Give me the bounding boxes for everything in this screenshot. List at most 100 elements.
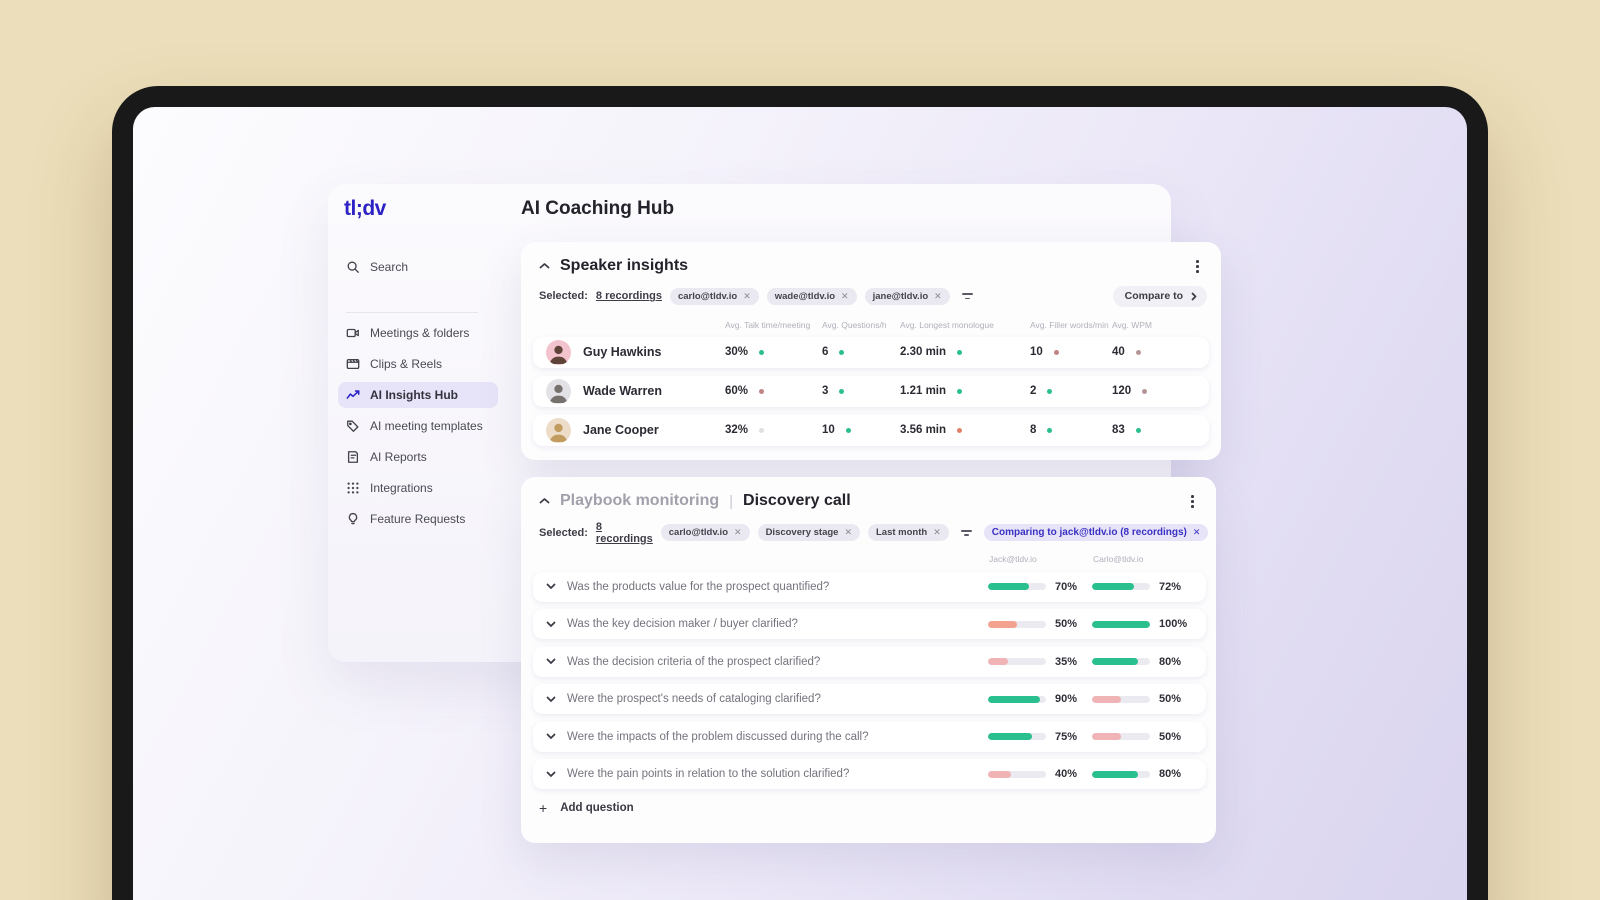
metric-value: 32% (725, 424, 749, 437)
question-row[interactable]: Was the key decision maker / buyer clari… (533, 609, 1206, 640)
chevron-down-icon[interactable] (546, 658, 567, 665)
metric-value: 10 (822, 424, 835, 437)
panel-title: Speaker insights (560, 257, 689, 275)
panel-title-muted: Playbook monitoring (560, 492, 720, 510)
question-text: Were the pain points in relation to the … (567, 768, 850, 781)
lightbulb-icon (348, 512, 358, 525)
sidebar-item-label: Clips & Reels (370, 357, 443, 371)
compare-to-button[interactable]: Compare to (1112, 285, 1207, 307)
filter-chip[interactable]: carlo@tldv.io ✕ (669, 287, 759, 305)
close-icon[interactable]: ✕ (1193, 527, 1201, 538)
column-header: Avg. WPM (1112, 319, 1152, 330)
chevron-down-icon[interactable] (546, 583, 567, 590)
sidebar-item-ai-meeting-templates[interactable]: AI meeting templates (338, 413, 498, 439)
chevron-down-icon[interactable] (546, 621, 567, 628)
selected-label: Selected: (539, 526, 588, 539)
template-tag-icon (347, 420, 359, 432)
table-row[interactable]: Jane Cooper 32% 10 3.56 min 8 83 (533, 414, 1209, 446)
column-header: Jack@tldv.io (989, 554, 1037, 564)
kebab-menu-icon[interactable] (1190, 256, 1205, 277)
question-text: Was the decision criteria of the prospec… (567, 655, 821, 668)
close-icon[interactable]: ✕ (734, 527, 742, 538)
close-icon[interactable]: ✕ (933, 527, 941, 538)
search-label: Search (370, 260, 409, 274)
chip-label: wade@tldv.io (774, 290, 836, 302)
selected-recordings-link[interactable]: 8 recordings (596, 290, 662, 302)
filter-icon[interactable] (958, 289, 977, 303)
status-dot (1135, 349, 1141, 355)
question-row[interactable]: Was the decision criteria of the prospec… (533, 646, 1206, 677)
metric-value: 6 (822, 346, 829, 359)
question-row[interactable]: Was the products value for the prospect … (533, 571, 1206, 602)
metric-value: 30% (725, 346, 749, 359)
chevron-up-icon[interactable] (539, 262, 550, 270)
playbook-monitoring-panel: Playbook monitoring | Discovery call Sel… (521, 477, 1216, 843)
status-dot (1135, 427, 1141, 433)
filter-chip[interactable]: Discovery stage ✕ (757, 524, 860, 542)
progress-percent: 50% (1055, 618, 1078, 631)
selected-recordings-link[interactable]: 8 recordings (596, 521, 653, 545)
filter-chip[interactable]: wade@tldv.io ✕ (766, 287, 857, 305)
metric-value: 8 (1030, 424, 1037, 437)
metric-value: 3.56 min (900, 424, 947, 437)
close-icon[interactable]: ✕ (841, 291, 849, 302)
report-doc-icon (347, 451, 359, 463)
filter-chip[interactable]: Last month ✕ (867, 524, 949, 542)
plus-icon: + (539, 800, 548, 817)
progress-bar (988, 770, 1046, 778)
sidebar-item-integrations[interactable]: Integrations (338, 475, 498, 501)
sidebar-item-label: AI Insights Hub (370, 388, 458, 402)
sidebar-item-label: Meetings & folders (370, 326, 470, 340)
sidebar-nav: Meetings & folders Clips & Reels AI Insi… (338, 320, 498, 532)
status-dot (1047, 427, 1053, 433)
chip-label: carlo@tldv.io (677, 290, 738, 302)
sidebar-item-ai-insights-hub[interactable]: AI Insights Hub (338, 382, 498, 408)
filter-chip[interactable]: carlo@tldv.io ✕ (660, 524, 750, 542)
question-row[interactable]: Were the impacts of the problem discusse… (533, 721, 1206, 752)
progress-bar (988, 620, 1046, 628)
chevron-right-icon (1191, 292, 1197, 301)
chip-label: Discovery stage (765, 527, 839, 539)
question-row[interactable]: Were the prospect's needs of cataloging … (533, 684, 1206, 715)
metric-value: 10 (1030, 346, 1043, 359)
selected-label: Selected: (539, 290, 588, 303)
sidebar-item-meetings[interactable]: Meetings & folders (338, 320, 498, 346)
close-icon[interactable]: ✕ (934, 291, 942, 302)
chevron-down-icon[interactable] (546, 771, 567, 778)
add-question-button[interactable]: + Add question (539, 801, 1216, 815)
sidebar-search[interactable]: Search (346, 260, 408, 274)
comparing-chip[interactable]: Comparing to jack@tldv.io (8 recordings)… (983, 524, 1209, 542)
metric-value: 3 (822, 385, 829, 398)
close-icon[interactable]: ✕ (844, 527, 852, 538)
question-row[interactable]: Were the pain points in relation to the … (533, 759, 1206, 790)
progress-percent: 100% (1159, 618, 1188, 631)
status-dot (759, 349, 765, 355)
question-text: Were the prospect's needs of cataloging … (567, 693, 821, 706)
progress-percent: 50% (1159, 730, 1182, 743)
status-dot (957, 349, 963, 355)
question-list: Was the products value for the prospect … (533, 571, 1206, 790)
column-header: Avg. Longest monologue (900, 319, 994, 330)
kebab-menu-icon[interactable] (1185, 491, 1200, 512)
chevron-down-icon[interactable] (546, 696, 567, 703)
progress-percent: 40% (1055, 768, 1078, 781)
sidebar-item-clips[interactable]: Clips & Reels (338, 351, 498, 377)
status-dot (839, 349, 845, 355)
chip-label: jane@tldv.io (872, 290, 929, 302)
sidebar-item-ai-reports[interactable]: AI Reports (338, 444, 498, 470)
sidebar-item-feature-requests[interactable]: Feature Requests (338, 506, 498, 532)
status-dot (759, 427, 765, 433)
progress-bar (988, 583, 1046, 591)
chevron-up-icon[interactable] (539, 497, 550, 505)
close-icon[interactable]: ✕ (743, 291, 751, 302)
avatar (546, 339, 571, 365)
metric-value: 2.30 min (900, 346, 947, 359)
progress-percent: 72% (1159, 580, 1182, 593)
filter-icon[interactable] (957, 526, 976, 540)
speaker-table: Guy Hawkins 30% 6 2.30 min 10 40 Wade Wa… (533, 336, 1209, 446)
filter-chip[interactable]: jane@tldv.io ✕ (864, 287, 950, 305)
table-row[interactable]: Wade Warren 60% 3 1.21 min 2 120 (533, 375, 1209, 407)
chevron-down-icon[interactable] (546, 733, 567, 740)
progress-bar (1092, 620, 1150, 628)
table-row[interactable]: Guy Hawkins 30% 6 2.30 min 10 40 (533, 336, 1209, 368)
